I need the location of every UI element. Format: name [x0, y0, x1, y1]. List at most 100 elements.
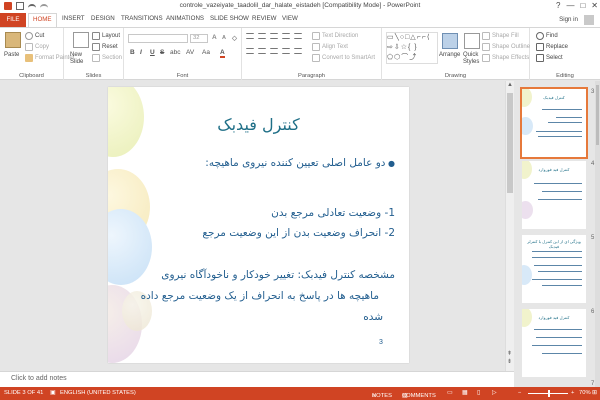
- new-slide-button[interactable]: New Slide: [70, 52, 90, 66]
- decrease-indent-icon[interactable]: [270, 33, 278, 39]
- section-button[interactable]: Section: [92, 54, 122, 62]
- shapes-gallery[interactable]: ▭╲○□△⌐⌐⟨ ⇨⇩☆{ }⬠⬡⌒⤴: [386, 32, 438, 64]
- arrange-button[interactable]: Arrange: [439, 52, 460, 58]
- avatar[interactable]: [584, 15, 594, 25]
- shrink-font-icon[interactable]: A: [222, 35, 226, 41]
- underline-button[interactable]: U: [150, 49, 155, 56]
- thumb-number: 4: [591, 161, 595, 167]
- align-right-icon[interactable]: [270, 48, 278, 54]
- char-spacing-button[interactable]: AV: [186, 49, 194, 56]
- thumbnail-scrollbar[interactable]: [595, 81, 600, 387]
- zoom-slider-knob[interactable]: [548, 390, 550, 397]
- tab-transitions[interactable]: TRANSITIONS: [121, 15, 163, 22]
- scrollbar-thumb[interactable]: [507, 93, 513, 193]
- thumbnail-slide-3[interactable]: کنترل فیدبک: [520, 87, 588, 159]
- tab-review[interactable]: REVIEW: [252, 15, 276, 22]
- thumbnail-slide-4[interactable]: کنترل فید فوروارد: [522, 161, 586, 229]
- slideshow-icon[interactable]: ▷: [492, 390, 496, 396]
- font-name-field[interactable]: [128, 34, 188, 43]
- reading-view-icon[interactable]: ▯: [477, 390, 480, 396]
- close-button[interactable]: ✕: [591, 1, 598, 10]
- quick-styles-button[interactable]: Quick Styles: [463, 52, 481, 66]
- align-text-button[interactable]: Align Text: [312, 43, 348, 51]
- tab-design[interactable]: DESIGN: [91, 15, 115, 22]
- find-button[interactable]: Find: [536, 32, 558, 40]
- new-slide-icon[interactable]: [73, 32, 89, 48]
- bullets-icon[interactable]: [246, 33, 254, 39]
- italic-button[interactable]: I: [140, 49, 142, 56]
- tab-home[interactable]: HOME: [28, 13, 57, 27]
- shape-effects-button[interactable]: Shape Effects: [482, 54, 529, 62]
- normal-view-icon[interactable]: ▭: [447, 390, 452, 396]
- scrollbar-thumb[interactable]: [596, 85, 599, 145]
- change-case-button[interactable]: Aa: [202, 49, 210, 56]
- fit-slide-icon[interactable]: ⊞: [592, 390, 597, 396]
- tab-slide-show[interactable]: SLIDE SHOW: [210, 15, 249, 22]
- arrange-icon[interactable]: [442, 33, 458, 49]
- slide-bullet[interactable]: ● دو عامل اصلی تعیین کننده نیروی ماهیچه:: [205, 157, 395, 169]
- shape-outline-button[interactable]: Shape Outline: [482, 43, 530, 51]
- clear-format-icon[interactable]: ◇: [232, 34, 237, 42]
- select-button[interactable]: Select: [536, 54, 563, 62]
- slide-sorter-icon[interactable]: ▦: [462, 390, 467, 396]
- zoom-level[interactable]: 70%: [579, 390, 591, 396]
- copy-button[interactable]: Copy: [25, 43, 49, 51]
- text-direction-button[interactable]: Text Direction: [312, 32, 358, 40]
- editing-group-label: Editing: [556, 73, 574, 79]
- font-color-button[interactable]: A: [220, 49, 225, 58]
- thumbnail-slide-5[interactable]: ویژگی ای از این کنترل با کنترلر فیدبک: [522, 235, 586, 303]
- slide-paragraph-line-1[interactable]: مشخصه کنترل فیدبک: تغییر خودکار و ناخودآ…: [161, 269, 395, 281]
- smartart-button[interactable]: Convert to SmartArt: [312, 54, 375, 62]
- zoom-out-button[interactable]: −: [518, 390, 521, 396]
- replace-button[interactable]: Replace: [536, 43, 568, 51]
- thumb-title: کنترل فید فوروارد: [538, 167, 570, 172]
- bold-button[interactable]: B: [130, 49, 135, 56]
- zoom-in-button[interactable]: +: [571, 390, 574, 396]
- slide-paragraph-line-2[interactable]: ماهیچه ها در پاسخ به انحراف از یک وضعیت …: [141, 290, 379, 302]
- thumbnail-slide-6[interactable]: کنترل فید فوروارد: [522, 309, 586, 377]
- align-left-icon[interactable]: [246, 48, 254, 54]
- shadow-button[interactable]: abc: [170, 49, 180, 56]
- notes-placeholder[interactable]: Click to add notes: [11, 375, 67, 382]
- paste-button[interactable]: Paste: [4, 52, 19, 58]
- prev-slide-icon[interactable]: ⇞: [507, 350, 512, 357]
- scroll-up-icon[interactable]: ▲: [507, 82, 513, 88]
- next-slide-icon[interactable]: ⇟: [507, 358, 512, 365]
- shape-fill-button[interactable]: Shape Fill: [482, 32, 519, 40]
- status-bar: SLIDE 3 OF 41 ▣ ENGLISH (UNITED STATES) …: [0, 387, 600, 400]
- font-size-field[interactable]: 32: [190, 34, 208, 43]
- minimize-button[interactable]: —: [566, 1, 574, 10]
- slide-paragraph-line-3[interactable]: شده: [363, 311, 383, 323]
- grow-font-icon[interactable]: A: [212, 34, 217, 41]
- language-indicator[interactable]: ENGLISH (UNITED STATES): [60, 390, 136, 396]
- maximize-button[interactable]: □: [580, 1, 585, 10]
- tab-view[interactable]: VIEW: [282, 15, 298, 22]
- layout-button[interactable]: Layout: [92, 32, 120, 40]
- notes-pane[interactable]: Click to add notes: [0, 371, 514, 387]
- slide-item-1[interactable]: 1- وضعیت تعادلی مرجع بدن: [271, 207, 395, 219]
- reset-button[interactable]: Reset: [92, 43, 118, 51]
- cut-button[interactable]: Cut: [25, 32, 44, 40]
- align-center-icon[interactable]: [258, 48, 266, 54]
- current-slide[interactable]: کنترل فیدبک ● دو عامل اصلی تعیین کننده ن…: [108, 87, 409, 363]
- numbering-icon[interactable]: [258, 33, 266, 39]
- slide-title[interactable]: کنترل فیدبک: [108, 115, 409, 134]
- quick-styles-icon[interactable]: [464, 33, 480, 49]
- columns-icon[interactable]: [294, 48, 302, 54]
- slide-scrollbar[interactable]: ▲ ⇞ ⇟: [505, 81, 514, 371]
- increase-indent-icon[interactable]: [282, 33, 290, 39]
- justify-icon[interactable]: [282, 48, 290, 54]
- paste-icon[interactable]: [5, 32, 21, 48]
- tab-file[interactable]: FILE: [0, 13, 26, 27]
- find-label: Find: [546, 33, 558, 39]
- tab-animations[interactable]: ANIMATIONS: [166, 15, 204, 22]
- strikethrough-button[interactable]: S: [160, 49, 164, 56]
- spellcheck-icon[interactable]: ▣: [50, 390, 55, 396]
- slide-item-2[interactable]: 2- انحراف وضعیت بدن از این وضعیت مرجع: [202, 227, 395, 239]
- text-direction-icon: [312, 32, 320, 40]
- effects-icon: [482, 54, 490, 62]
- line-spacing-icon[interactable]: [294, 33, 302, 39]
- sign-in-link[interactable]: Sign in: [559, 16, 578, 23]
- help-button[interactable]: ?: [556, 1, 560, 10]
- tab-insert[interactable]: INSERT: [62, 15, 85, 22]
